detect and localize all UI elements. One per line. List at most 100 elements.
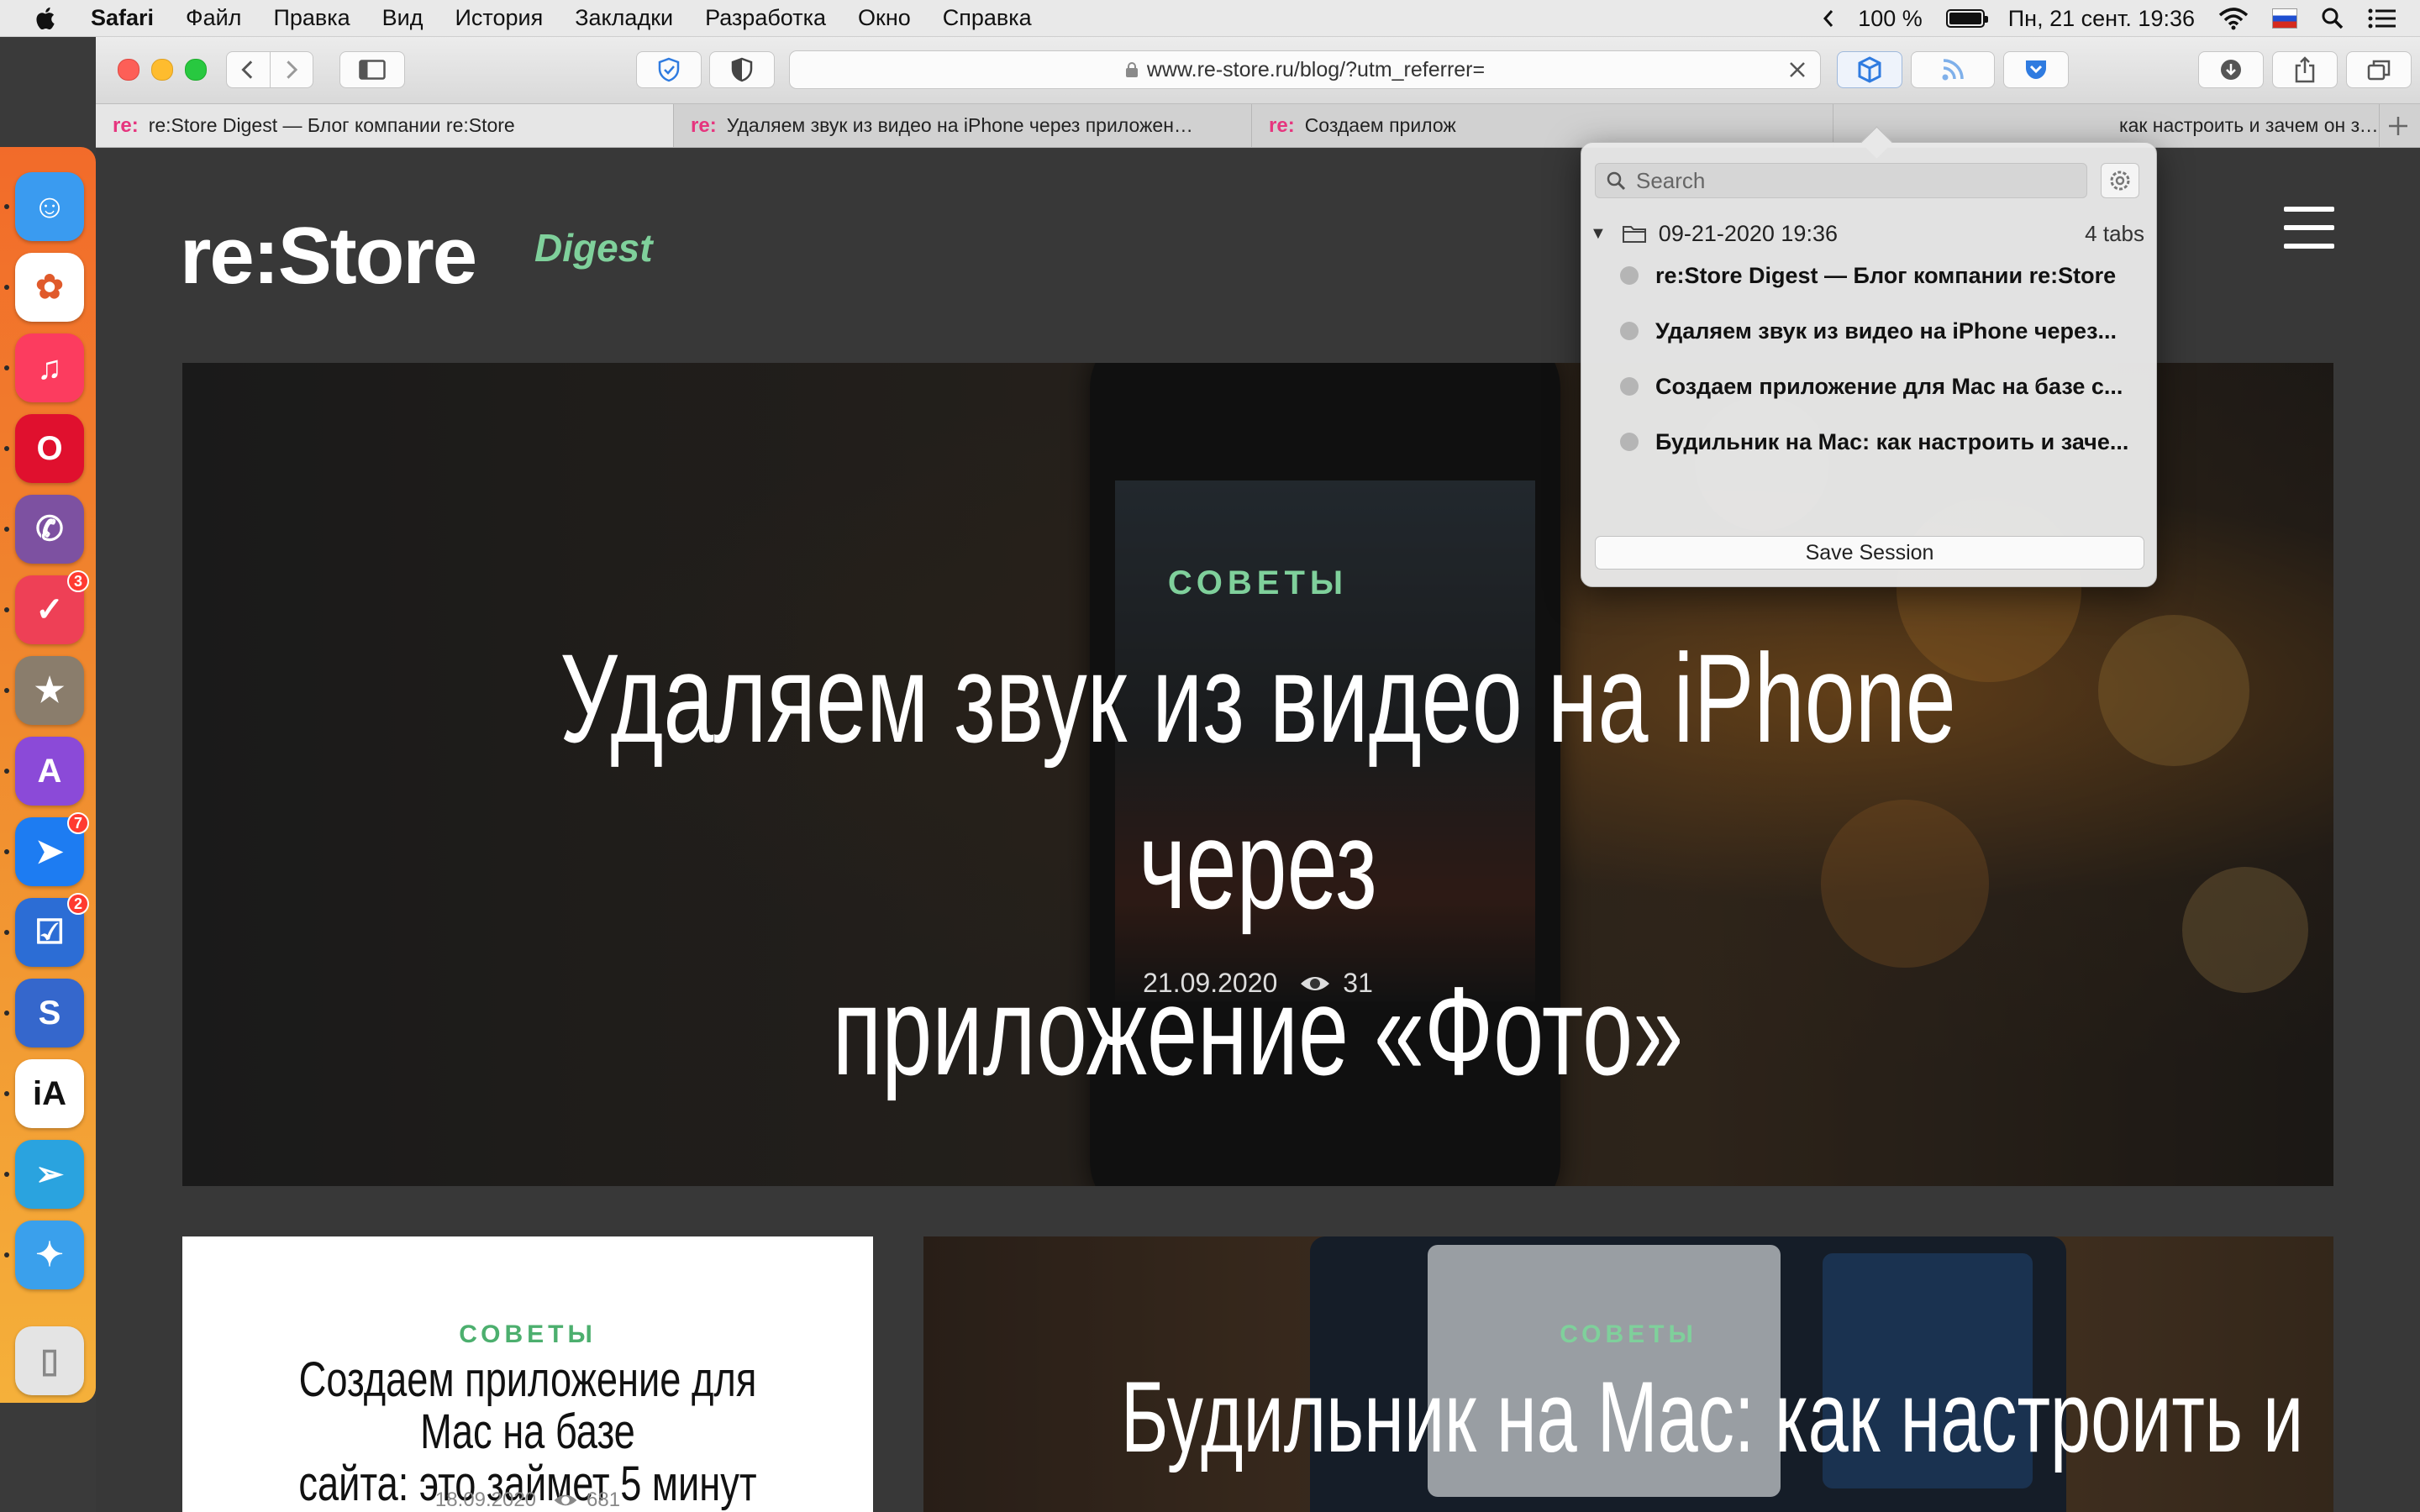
battery-icon[interactable] [1945, 9, 1988, 28]
dock-badge: 3 [67, 570, 89, 592]
session-tab-label: Будильник на Mac: как настроить и заче..… [1655, 428, 2129, 454]
notification-center-icon[interactable] [2368, 8, 2396, 29]
session-tab-item[interactable]: Удаляем звук из видео на iPhone через... [1620, 316, 2141, 346]
tab-restore-digest[interactable]: re: re:Store Digest — Блог компании re:S… [96, 104, 674, 147]
menubar-datetime[interactable]: Пн, 21 сент. 19:36 [2008, 6, 2195, 32]
article-card[interactable]: СОВЕТЫ Создаем приложение для Mac на баз… [182, 1236, 873, 1512]
shield-check-icon [658, 57, 680, 82]
menu-develop[interactable]: Разработка [705, 5, 826, 31]
sessions-popup: Search ▼ 09-21-2020 19:36 4 tabs re:Stor… [1581, 142, 2157, 587]
session-name: 09-21-2020 19:36 [1658, 220, 1838, 246]
session-tab-label: re:Store Digest — Блог компании re:Store [1655, 262, 2117, 288]
battery-percent: 100 % [1858, 5, 1923, 31]
rss-extension-button[interactable] [1911, 51, 1995, 88]
address-bar[interactable]: www.re-store.ru/blog/?utm_referrer= [789, 50, 1821, 89]
cube-icon[interactable]: ★ [15, 656, 84, 725]
trash-icon[interactable]: ▯ [15, 1326, 84, 1395]
back-chevron-icon[interactable] [227, 51, 270, 88]
article-card[interactable]: СОВЕТЫ Будильник на Mac: как настроить и [923, 1236, 2333, 1512]
shield-half-icon [731, 57, 753, 82]
session-tab-label: Удаляем звук из видео на iPhone через... [1655, 318, 2117, 344]
chevron-left-icon[interactable] [1823, 8, 1834, 29]
telegram-icon[interactable]: ➢ [15, 1140, 84, 1209]
menu-window[interactable]: Окно [858, 5, 911, 31]
minimize-window-button[interactable] [151, 59, 173, 81]
simplenote-icon[interactable]: S [15, 979, 84, 1047]
cube-icon [1858, 56, 1881, 83]
session-tab-label: Создаем приложение для Mac на базе с... [1655, 373, 2123, 399]
share-button[interactable] [2272, 51, 2338, 88]
spotlight-search-icon[interactable] [2321, 7, 2344, 30]
zoom-window-button[interactable] [185, 59, 207, 81]
tasks-icon[interactable]: ☑ 2 [15, 893, 89, 967]
tab-label: Удаляем звук из видео на iPhone через пр… [726, 114, 1193, 136]
dock-running-indicator [4, 527, 9, 532]
tab-remove-sound[interactable]: re: Удаляем звук из видео на iPhone чере… [674, 104, 1252, 147]
viber-icon[interactable]: ✆ [15, 495, 84, 564]
tab-mac-app[interactable]: re: Создаем прилож [1252, 104, 1833, 147]
sessions-extension-button[interactable] [1837, 51, 1902, 88]
site-logo-subtitle: Digest [534, 226, 653, 270]
close-window-button[interactable] [118, 59, 139, 81]
session-tab-item[interactable]: Создаем приложение для Mac на базе с... [1620, 371, 2141, 402]
adblock-extension-button[interactable] [709, 51, 775, 88]
dock-running-indicator [4, 204, 9, 209]
sidebar-toggle-button[interactable] [339, 51, 405, 88]
finder-icon[interactable]: ☺ [15, 172, 84, 241]
menu-app-safari[interactable]: Safari [91, 5, 154, 31]
site-logo[interactable]: re:Store [180, 210, 477, 302]
dock-running-indicator [4, 1172, 9, 1177]
popup-settings-button[interactable] [2101, 163, 2139, 198]
opera-icon[interactable]: O [15, 414, 84, 483]
photos-icon[interactable]: ✿ [15, 253, 84, 322]
menu-bookmarks[interactable]: Закладки [575, 5, 673, 31]
card-views: 681 [587, 1488, 621, 1511]
tab-overview-button[interactable] [2346, 51, 2412, 88]
tab-alarm-mac[interactable]: как настроить и зачем он зд… [1833, 104, 2380, 147]
search-placeholder: Search [1636, 167, 1706, 193]
disclosure-triangle-icon[interactable]: ▼ [1590, 224, 1607, 244]
menu-edit[interactable]: Правка [273, 5, 350, 31]
dock-running-indicator [4, 688, 9, 693]
safari-toolbar: www.re-store.ru/blog/?utm_referrer= [96, 37, 2420, 104]
ia-writer-icon[interactable]: iA [15, 1059, 84, 1128]
card-category[interactable]: СОВЕТЫ [182, 1320, 873, 1349]
safari-icon[interactable]: ✦ [15, 1221, 84, 1289]
downloads-button[interactable] [2198, 51, 2264, 88]
affinity-icon[interactable]: A [15, 737, 84, 806]
eye-icon [554, 1494, 577, 1506]
tab-label: Создаем прилож [1304, 114, 1456, 136]
dock-badge: 7 [67, 812, 89, 834]
card-title[interactable]: Создаем приложение для Mac на базе сайта… [258, 1354, 797, 1510]
card-category[interactable]: СОВЕТЫ [923, 1320, 2333, 1349]
hero-title-line: Удаляем звук из видео на iPhone через [560, 627, 1956, 935]
new-tab-plus-icon[interactable] [2386, 114, 2410, 138]
pocket-icon[interactable]: ✓ 3 [15, 570, 89, 644]
card-title[interactable]: Будильник на Mac: как настроить и [1121, 1354, 2303, 1480]
session-tab-item[interactable]: Будильник на Mac: как настроить и заче..… [1620, 427, 2141, 457]
music-icon[interactable]: ♫ [15, 333, 84, 402]
pocket-extension-button[interactable] [2003, 51, 2069, 88]
session-tab-item[interactable]: re:Store Digest — Блог компании re:Store [1620, 260, 2141, 291]
share-icon [2295, 56, 2315, 83]
spark-icon[interactable]: ➤ 7 [15, 812, 89, 886]
card-date: 18.09.2020 [434, 1488, 537, 1511]
dock-running-indicator [4, 769, 9, 774]
menu-view[interactable]: Вид [382, 5, 424, 31]
vpn-extension-button[interactable] [636, 51, 702, 88]
clear-url-icon[interactable] [1786, 59, 1808, 81]
menu-help[interactable]: Справка [943, 5, 1032, 31]
battery-level [1949, 13, 1981, 24]
hamburger-menu-icon[interactable] [2284, 207, 2334, 249]
forward-chevron-icon[interactable] [270, 51, 313, 88]
menu-file[interactable]: Файл [186, 5, 241, 31]
apple-logo-icon[interactable] [32, 4, 60, 33]
session-search-input[interactable]: Search [1595, 163, 2087, 198]
session-group[interactable]: ▼ 09-21-2020 19:36 4 tabs [1590, 217, 2144, 250]
input-source-flag-icon[interactable] [2272, 8, 2297, 29]
save-session-button[interactable]: Save Session [1595, 536, 2144, 570]
wifi-icon[interactable] [2218, 7, 2249, 30]
dock: ☺ ✿ ♫ O ✆ ✓ 3 ★ A ➤ 7 ☑ 2 SiA ➢ ✦ ▯ [0, 147, 96, 1403]
hero-title[interactable]: Удаляем звук из видео на iPhone через пр… [483, 615, 2032, 1114]
menu-history[interactable]: История [455, 5, 544, 31]
